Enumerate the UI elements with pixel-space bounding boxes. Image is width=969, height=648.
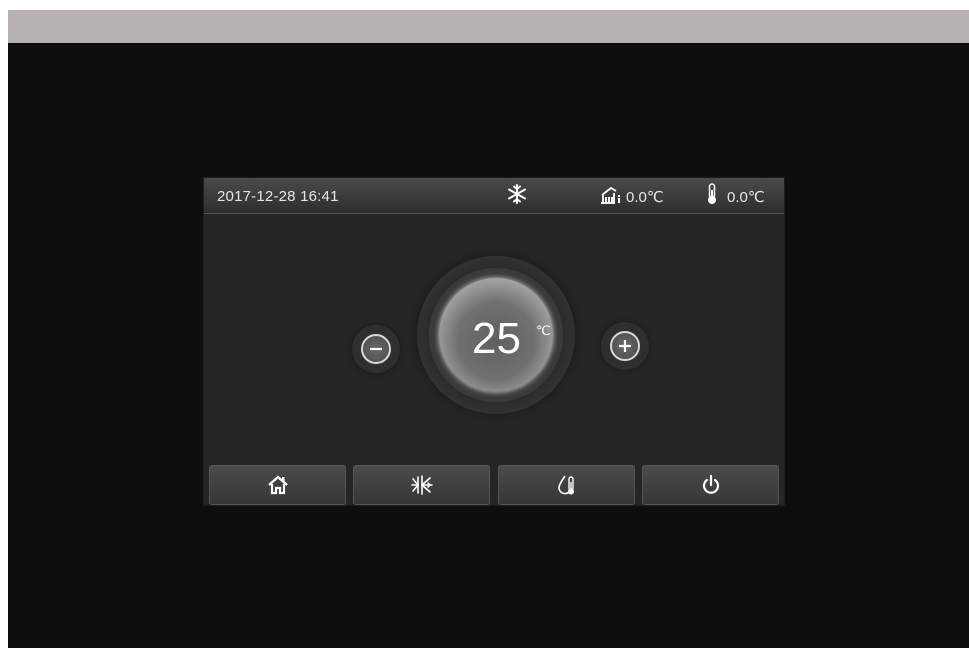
outdoor-house-icon (601, 186, 620, 204)
status-bar: 2017-12-28 16:41 0.0℃ 0.0℃ (204, 178, 784, 214)
water-temp-icon (557, 475, 574, 495)
set-temperature: 25 (472, 314, 521, 363)
set-temperature-unit: ℃ (536, 323, 551, 338)
decrease-temp-button[interactable] (352, 325, 400, 373)
power-button[interactable] (642, 465, 779, 505)
home-icon (267, 475, 288, 495)
dial-ring: 25 ℃ (429, 268, 563, 402)
dial-face: 25 ℃ (439, 278, 553, 392)
home-button[interactable] (209, 465, 346, 505)
temperature-dial[interactable]: 25 ℃ (417, 256, 575, 414)
device-frame: 2017-12-28 16:41 0.0℃ 0.0℃ 25 ℃ (8, 10, 969, 648)
increase-temp-button[interactable] (601, 322, 649, 370)
minus-icon (361, 334, 391, 364)
mode-button[interactable] (353, 465, 490, 505)
datetime: 2017-12-28 16:41 (217, 188, 339, 205)
controller-screen: 2017-12-28 16:41 0.0℃ 0.0℃ 25 ℃ (203, 177, 785, 506)
bottom-nav-bar (204, 460, 784, 507)
outdoor-temperature: 0.0℃ (626, 189, 664, 206)
thermometer-icon (708, 183, 716, 204)
mode-icon (410, 475, 433, 495)
top-strip (8, 10, 969, 43)
snowflake-icon (508, 184, 526, 204)
water-temp-button[interactable] (498, 465, 635, 505)
plus-icon (610, 331, 640, 361)
water-temperature: 0.0℃ (727, 189, 765, 206)
power-icon (702, 474, 719, 494)
